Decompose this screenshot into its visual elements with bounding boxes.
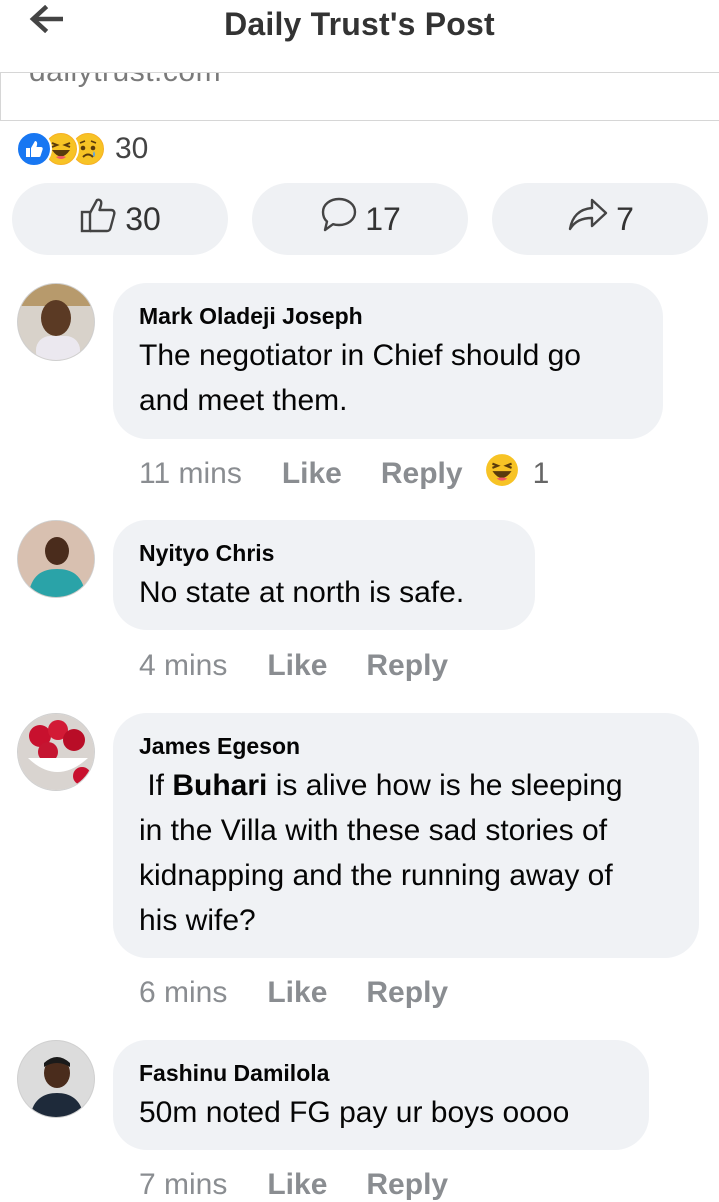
comment-reaction-count: 1 <box>532 457 550 490</box>
like-button[interactable]: 30 <box>12 183 228 255</box>
comment-line: his wife? <box>139 904 256 937</box>
thumbs-up-icon <box>79 196 125 242</box>
comment-reply-button[interactable]: Reply <box>366 649 448 683</box>
comment-line-post: is alive how is he sleeping <box>267 769 623 802</box>
comment-button[interactable]: 17 <box>252 183 468 255</box>
comment-meta: 4 mins Like Reply <box>139 644 448 688</box>
comment-time: 4 mins <box>139 649 228 682</box>
comment-line-pre: If <box>139 769 173 802</box>
avatar[interactable] <box>17 1040 95 1118</box>
comment-mention[interactable]: Buhari <box>172 769 267 802</box>
comment-reaction[interactable]: 1 <box>485 453 550 495</box>
comment-time: 11 mins <box>139 457 242 490</box>
comment-like-button[interactable]: Like <box>267 976 327 1010</box>
comment-author[interactable]: Mark Oladeji Joseph <box>139 301 637 331</box>
haha-icon <box>485 453 519 495</box>
comment-line: If Buhari is alive how is he sleeping <box>139 763 673 808</box>
comment-meta: 11 mins Like Reply 1 <box>139 452 549 496</box>
post-page: Daily Trust's Post dailytrust.com <box>0 0 719 1202</box>
comment-reply-button[interactable]: Reply <box>381 457 463 491</box>
comment-like-button[interactable]: Like <box>267 1168 327 1202</box>
comment-bubble: Fashinu Damilola 50m noted FG pay ur boy… <box>113 1040 649 1150</box>
comment-line: and meet them. <box>139 384 348 417</box>
comment-bubble: Mark Oladeji Joseph The negotiator in Ch… <box>113 283 663 439</box>
comment-bubble: Nyityo Chris No state at north is safe. <box>113 520 535 630</box>
comment-author[interactable]: Fashinu Damilola <box>139 1058 623 1088</box>
comment-author[interactable]: Nyityo Chris <box>139 538 509 568</box>
link-domain: dailytrust.com <box>29 73 221 89</box>
top-bar: Daily Trust's Post <box>0 0 719 52</box>
like-count: 30 <box>125 200 161 237</box>
share-icon <box>566 196 616 242</box>
link-preview[interactable]: dailytrust.com <box>0 72 719 121</box>
post-actions: 30 17 7 <box>12 183 709 255</box>
share-button[interactable]: 7 <box>492 183 708 255</box>
comment-text: If Buhari is alive how is he sleeping in… <box>139 763 673 943</box>
comment-text: 50m noted FG pay ur boys oooo <box>139 1096 570 1129</box>
comment-author[interactable]: James Egeson <box>139 731 673 761</box>
comment-like-button[interactable]: Like <box>282 457 342 491</box>
comment-count: 17 <box>365 200 401 237</box>
like-icon <box>16 131 52 167</box>
comment-time: 6 mins <box>139 976 228 1009</box>
comment-line: kidnapping and the running away of <box>139 859 613 892</box>
comment-icon <box>319 196 365 242</box>
comment-text: The negotiator in Chief should go and me… <box>139 333 637 423</box>
avatar[interactable] <box>17 283 95 361</box>
reaction-count: 30 <box>115 132 149 165</box>
comment-text: No state at north is safe. <box>139 576 465 609</box>
comment-reply-button[interactable]: Reply <box>366 976 448 1010</box>
comment-meta: 6 mins Like Reply <box>139 971 448 1015</box>
comment-bubble: James Egeson If Buhari is alive how is h… <box>113 713 699 958</box>
comment-meta: 7 mins Like Reply <box>139 1163 448 1202</box>
comment-time: 7 mins <box>139 1168 228 1201</box>
comment-line: The negotiator in Chief should go <box>139 339 581 372</box>
comment-reply-button[interactable]: Reply <box>366 1168 448 1202</box>
reactions-summary[interactable]: 30 <box>16 130 148 168</box>
comment-line: in the Villa with these sad stories of <box>139 814 608 847</box>
avatar[interactable] <box>17 713 95 791</box>
comment-like-button[interactable]: Like <box>267 649 327 683</box>
avatar[interactable] <box>17 520 95 598</box>
share-count: 7 <box>616 200 634 237</box>
page-title: Daily Trust's Post <box>224 6 495 42</box>
